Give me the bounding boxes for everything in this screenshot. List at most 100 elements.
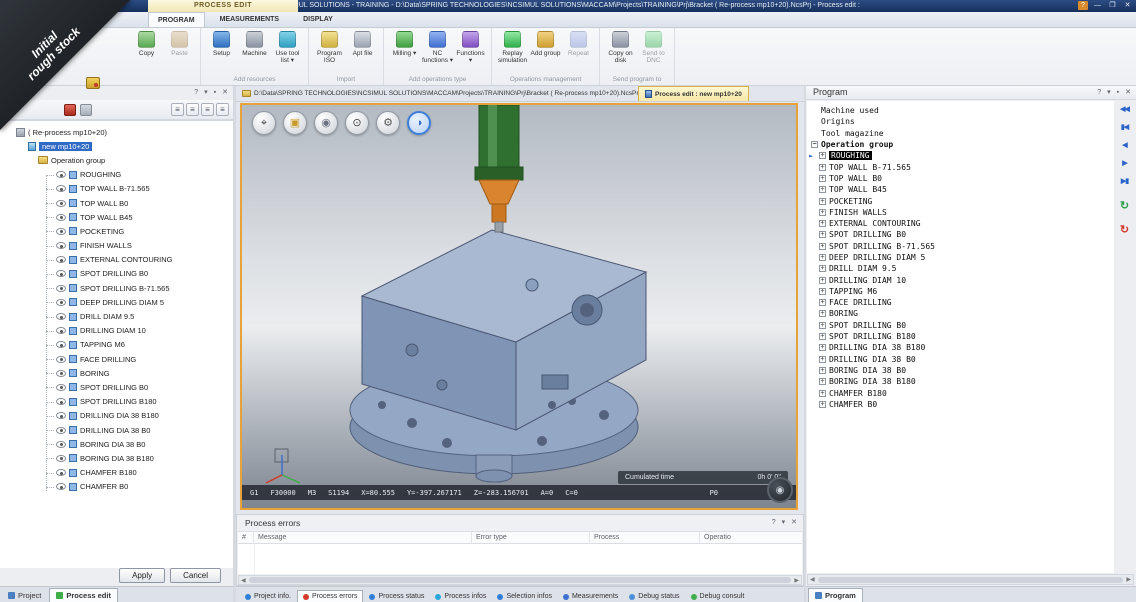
panel-help-icon[interactable]: ? (772, 518, 776, 527)
tab-debug-consult[interactable]: Debug consult (686, 591, 750, 602)
expand-plus-icon[interactable]: + (819, 198, 826, 205)
play-to-end-button[interactable]: ▶▮ (1121, 177, 1128, 187)
program-item-row[interactable]: Machine used (809, 105, 1114, 116)
scroll-left-arrow-icon[interactable] (241, 577, 246, 584)
go-to-start-button[interactable]: ◀◀ (1120, 105, 1129, 115)
ribbon-button-copy-on-disk[interactable]: Copy on disk (604, 29, 637, 64)
expand-plus-icon[interactable]: + (819, 152, 826, 159)
detail-view-button[interactable] (186, 103, 199, 116)
visibility-eye-icon[interactable] (56, 200, 66, 207)
simulation-viewport[interactable]: Cumulated time 0h 0' 0'' G1F30000M3S1194… (240, 103, 798, 510)
minimize-button[interactable]: — (1092, 1, 1103, 10)
panel-close-icon[interactable]: ✕ (222, 88, 228, 97)
visibility-eye-icon[interactable] (56, 469, 66, 476)
tab-selection-infos[interactable]: Selection infos (492, 591, 557, 602)
tile-view-button[interactable] (201, 103, 214, 116)
program-operation-row[interactable]: +SPOT DRILLING B0 (809, 229, 1114, 240)
expand-plus-icon[interactable]: + (819, 378, 826, 385)
program-item-row[interactable]: Tool magazine (809, 128, 1114, 139)
operation-row[interactable]: FINISH WALLS (0, 239, 233, 253)
operation-row[interactable]: ROUGHING (0, 168, 233, 182)
ribbon-button-program-iso[interactable]: Program ISO (313, 29, 346, 64)
visibility-eye-icon[interactable] (56, 441, 66, 448)
program-operation-row[interactable]: +TAPPING M6 (809, 286, 1114, 297)
tab-process-infos[interactable]: Process infos (430, 591, 491, 602)
tab-measurements[interactable]: Measurements (558, 591, 623, 602)
filter-icon[interactable] (64, 104, 76, 116)
operation-row[interactable]: SPOT DRILLING B0 (0, 267, 233, 281)
operation-row[interactable]: CHAMFER B180 (0, 466, 233, 480)
panel-help-icon[interactable]: ? (194, 88, 198, 97)
program-operation-row[interactable]: +BORING DIA 38 B0 (809, 365, 1114, 376)
program-item-row[interactable]: Origins (809, 116, 1114, 127)
tab-process-status[interactable]: Process status (364, 591, 429, 602)
expand-plus-icon[interactable]: + (819, 310, 826, 317)
stock-button[interactable] (283, 111, 307, 135)
operation-row[interactable]: DRILLING DIA 38 B0 (0, 423, 233, 437)
visibility-eye-icon[interactable] (56, 384, 66, 391)
expand-plus-icon[interactable]: + (819, 356, 826, 363)
operation-row[interactable]: DRILLING DIAM 10 (0, 324, 233, 338)
visibility-eye-icon[interactable] (56, 455, 66, 462)
visibility-eye-icon[interactable] (56, 256, 66, 263)
operation-row[interactable]: TOP WALL B45 (0, 210, 233, 224)
play-button[interactable]: ▶ (1122, 159, 1126, 169)
ribbon-button-machine[interactable]: Machine (238, 29, 271, 57)
program-operation-row[interactable]: +DRILLING DIAM 10 (809, 274, 1114, 285)
errors-horizontal-scrollbar[interactable] (238, 575, 802, 585)
expand-plus-icon[interactable]: + (819, 401, 826, 408)
tab-debug-status[interactable]: Debug status (624, 591, 684, 602)
ribbon-button-nc-functions[interactable]: NC functions ▾ (421, 29, 454, 64)
expand-plus-icon[interactable]: + (819, 186, 826, 193)
expand-plus-icon[interactable]: + (819, 299, 826, 306)
program-operation-row[interactable]: +POCKETING (809, 195, 1114, 206)
visibility-eye-icon[interactable] (56, 370, 66, 377)
expand-plus-icon[interactable]: + (819, 367, 826, 374)
visibility-eye-icon[interactable] (56, 185, 66, 192)
operation-row[interactable]: TOP WALL B0 (0, 196, 233, 210)
program-operation-row[interactable]: +FINISH WALLS (809, 207, 1114, 218)
program-operation-row[interactable]: +DEEP DRILLING DIAM 5 (809, 252, 1114, 263)
visibility-eye-icon[interactable] (56, 483, 66, 490)
help-button[interactable]: ? (1078, 1, 1088, 10)
panel-close-icon[interactable]: ✕ (791, 518, 797, 527)
scroll-left-arrow-icon[interactable] (810, 576, 815, 583)
scroll-right-arrow-icon[interactable] (1126, 576, 1131, 583)
visibility-eye-icon[interactable] (56, 313, 66, 320)
expand-plus-icon[interactable]: + (819, 220, 826, 227)
tool-button[interactable] (314, 111, 338, 135)
program-operation-row[interactable]: +BORING DIA 38 B180 (809, 376, 1114, 387)
tab-project[interactable]: Project (2, 589, 47, 602)
visibility-eye-icon[interactable] (56, 427, 66, 434)
visibility-eye-icon[interactable] (56, 228, 66, 235)
tab-process-edit[interactable]: Process edit (49, 588, 118, 602)
ribbon-button-milling[interactable]: Milling ▾ (388, 29, 421, 57)
refresh-icon[interactable] (80, 104, 92, 116)
expand-plus-icon[interactable]: + (819, 333, 826, 340)
panel-close-icon[interactable]: ✕ (1125, 88, 1131, 97)
tab-project-info[interactable]: Project info. (240, 591, 296, 602)
expand-plus-icon[interactable]: + (819, 209, 826, 216)
ribbon-tab-display[interactable]: DISPLAY (294, 12, 342, 27)
operation-row[interactable]: EXTERNAL CONTOURING (0, 253, 233, 267)
operation-row[interactable]: SPOT DRILLING B0 (0, 380, 233, 394)
cancel-button[interactable]: Cancel (170, 568, 221, 583)
program-operation-row[interactable]: +TOP WALL B0 (809, 173, 1114, 184)
ribbon-tab-program[interactable]: PROGRAM (148, 12, 205, 27)
program-horizontal-scrollbar[interactable] (807, 574, 1134, 585)
scroll-right-arrow-icon[interactable] (794, 577, 799, 584)
ribbon-tab-measurements[interactable]: MEASUREMENTS (211, 12, 289, 27)
panel-help-icon[interactable]: ? (1097, 88, 1101, 97)
program-operation-row[interactable]: +FACE DRILLING (809, 297, 1114, 308)
step-back-button[interactable]: ◀ (1122, 141, 1126, 151)
program-operation-row[interactable]: +BORING (809, 308, 1114, 319)
program-operation-row[interactable]: +SPOT DRILLING B-71.565 (809, 241, 1114, 252)
operation-row[interactable]: POCKETING (0, 224, 233, 238)
operation-row[interactable]: BORING DIA 38 B0 (0, 437, 233, 451)
ribbon-button-copy[interactable]: Copy (130, 29, 163, 57)
program-operation-row[interactable]: +DRILL DIAM 9.5 (809, 263, 1114, 274)
operation-row[interactable]: CHAMFER B0 (0, 480, 233, 494)
visibility-eye-icon[interactable] (56, 398, 66, 405)
program-operation-row[interactable]: ►+ROUGHING (809, 150, 1114, 161)
expand-plus-icon[interactable]: + (819, 164, 826, 171)
